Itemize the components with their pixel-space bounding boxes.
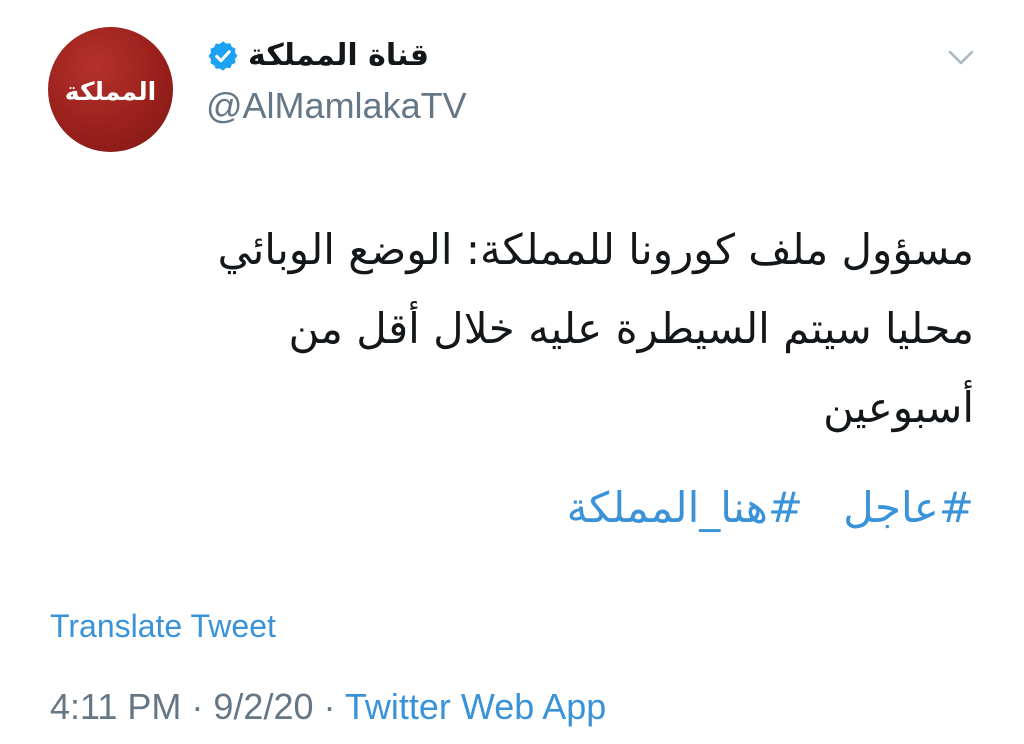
verified-badge-icon xyxy=(208,41,238,71)
hashtag-space xyxy=(816,483,829,532)
tweet-text-line: محليا سيتم السيطرة عليه خلال أقل من xyxy=(288,304,974,353)
chevron-down-icon[interactable] xyxy=(944,44,978,70)
tweet-card: المملكة قناة المملكة @AlMamlakaTV مسؤول … xyxy=(0,0,1024,744)
tweet-source-link[interactable]: Twitter Web App xyxy=(345,686,606,727)
meta-separator: · xyxy=(181,686,214,727)
tweet-text-line: أسبوعين xyxy=(823,383,974,432)
tweet-time[interactable]: 4:11 PM xyxy=(50,686,181,727)
avatar[interactable]: المملكة xyxy=(48,27,173,152)
hashtag-urgent[interactable]: #عاجل xyxy=(843,483,974,532)
avatar-logo-text: المملكة xyxy=(64,77,157,106)
translate-tweet-link[interactable]: Translate Tweet xyxy=(50,607,276,645)
user-handle[interactable]: @AlMamlakaTV xyxy=(206,84,467,127)
author-name-row: قناة المملكة xyxy=(206,33,429,79)
hashtag-here-almamlaka[interactable]: #هنا_المملكة xyxy=(567,483,803,532)
tweet-metadata: 4:11 PM · 9/2/20 · Twitter Web App xyxy=(50,685,606,728)
hashtag-row: #عاجل #هنا_المملكة xyxy=(567,478,974,538)
tweet-date[interactable]: 9/2/20 xyxy=(213,686,313,727)
tweet-text: مسؤول ملف كورونا للمملكة: الوضع الوبائي … xyxy=(94,210,974,447)
tweet-text-line: مسؤول ملف كورونا للمملكة: الوضع الوبائي xyxy=(217,225,974,274)
meta-separator: · xyxy=(313,686,345,727)
display-name[interactable]: قناة المملكة xyxy=(248,41,429,71)
